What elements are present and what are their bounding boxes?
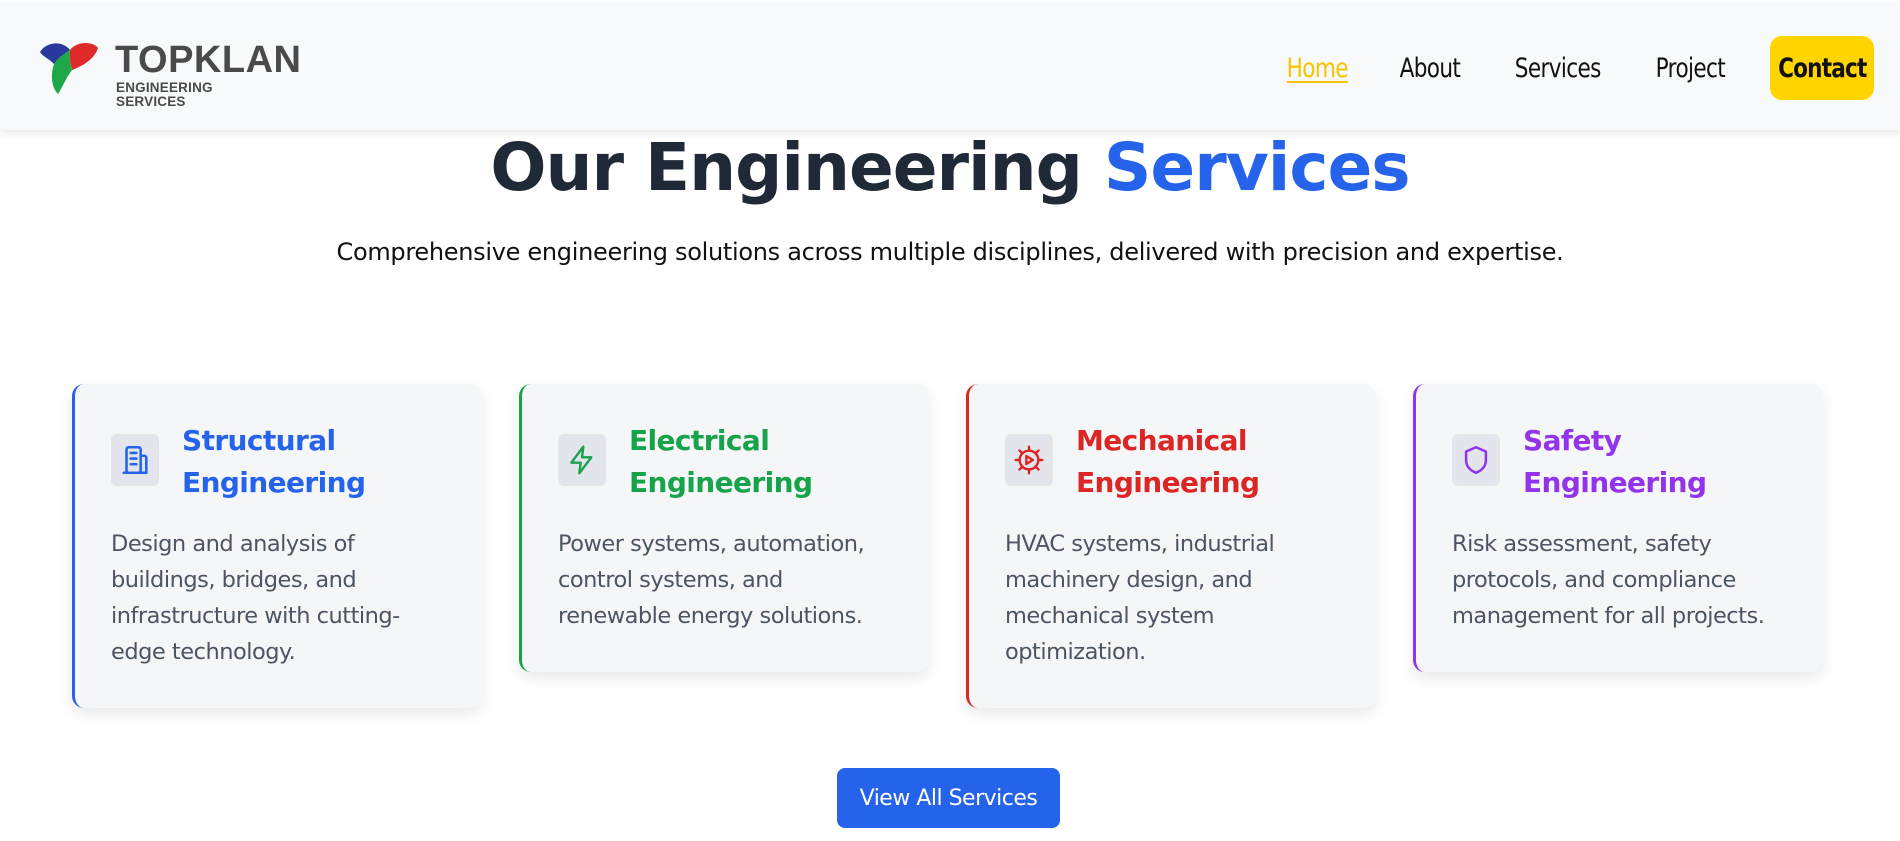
- service-card-title-line1: Structural: [182, 424, 336, 457]
- building-icon: [111, 434, 159, 486]
- logo-subtitle: ENGINEERING SERVICES: [116, 80, 213, 109]
- shield-icon: [1452, 434, 1500, 486]
- service-card-description: Power systems, automation, control syste…: [558, 531, 865, 629]
- service-card-title: Structural Engineering: [182, 420, 366, 504]
- lightning-bolt-icon: [558, 434, 606, 486]
- view-all-services-label: View All Services: [859, 785, 1038, 811]
- service-card-title: Safety Engineering: [1523, 420, 1707, 504]
- service-card-title-line2: Engineering: [1523, 466, 1707, 499]
- service-card-title-line2: Engineering: [182, 466, 366, 499]
- nav-home-link[interactable]: Home: [1287, 53, 1349, 84]
- page-title-accent: Services: [1103, 129, 1411, 206]
- service-card-structural[interactable]: Structural Engineering Design and analys…: [72, 384, 482, 708]
- page-subtitle: Comprehensive engineering solutions acro…: [336, 238, 1564, 266]
- logo-title: TOPKLAN: [115, 39, 302, 81]
- service-card-title-line1: Mechanical: [1076, 424, 1248, 457]
- nav-project-link[interactable]: Project: [1656, 53, 1726, 84]
- nav-about-link[interactable]: About: [1400, 53, 1461, 84]
- service-card-description: Risk assessment, safety protocols, and c…: [1452, 531, 1765, 629]
- service-card-title: Mechanical Engineering: [1076, 420, 1260, 504]
- page-title: Our Engineering Services: [0, 130, 1900, 206]
- service-card-title: Electrical Engineering: [629, 420, 813, 504]
- contact-button[interactable]: Contact: [1770, 36, 1874, 100]
- service-card-title-line2: Engineering: [629, 466, 813, 499]
- contact-button-label: Contact: [1777, 52, 1867, 84]
- site-header: TOPKLAN ENGINEERING SERVICES Home About …: [0, 2, 1900, 130]
- service-card-electrical[interactable]: Electrical Engineering Power systems, au…: [519, 384, 929, 672]
- page-title-main: Our Engineering: [490, 129, 1082, 206]
- cog-icon: [1005, 434, 1053, 486]
- main-nav: Home About Services Project Contact: [1279, 35, 1874, 101]
- service-card-mechanical[interactable]: Mechanical Engineering HVAC systems, ind…: [966, 384, 1376, 708]
- service-card-title-line2: Engineering: [1076, 466, 1260, 499]
- service-card-title-line1: Safety: [1523, 424, 1622, 457]
- service-card-description: Design and analysis of buildings, bridge…: [111, 531, 400, 665]
- service-card-safety[interactable]: Safety Engineering Risk assessment, safe…: [1413, 384, 1823, 672]
- logo-mark-icon: [40, 43, 98, 94]
- view-all-services-button[interactable]: View All Services: [837, 768, 1060, 828]
- service-card-title-line1: Electrical: [629, 424, 770, 457]
- logo[interactable]: TOPKLAN ENGINEERING SERVICES: [36, 38, 301, 108]
- service-card-description: HVAC systems, industrial machinery desig…: [1005, 531, 1275, 665]
- nav-services-link[interactable]: Services: [1514, 53, 1601, 84]
